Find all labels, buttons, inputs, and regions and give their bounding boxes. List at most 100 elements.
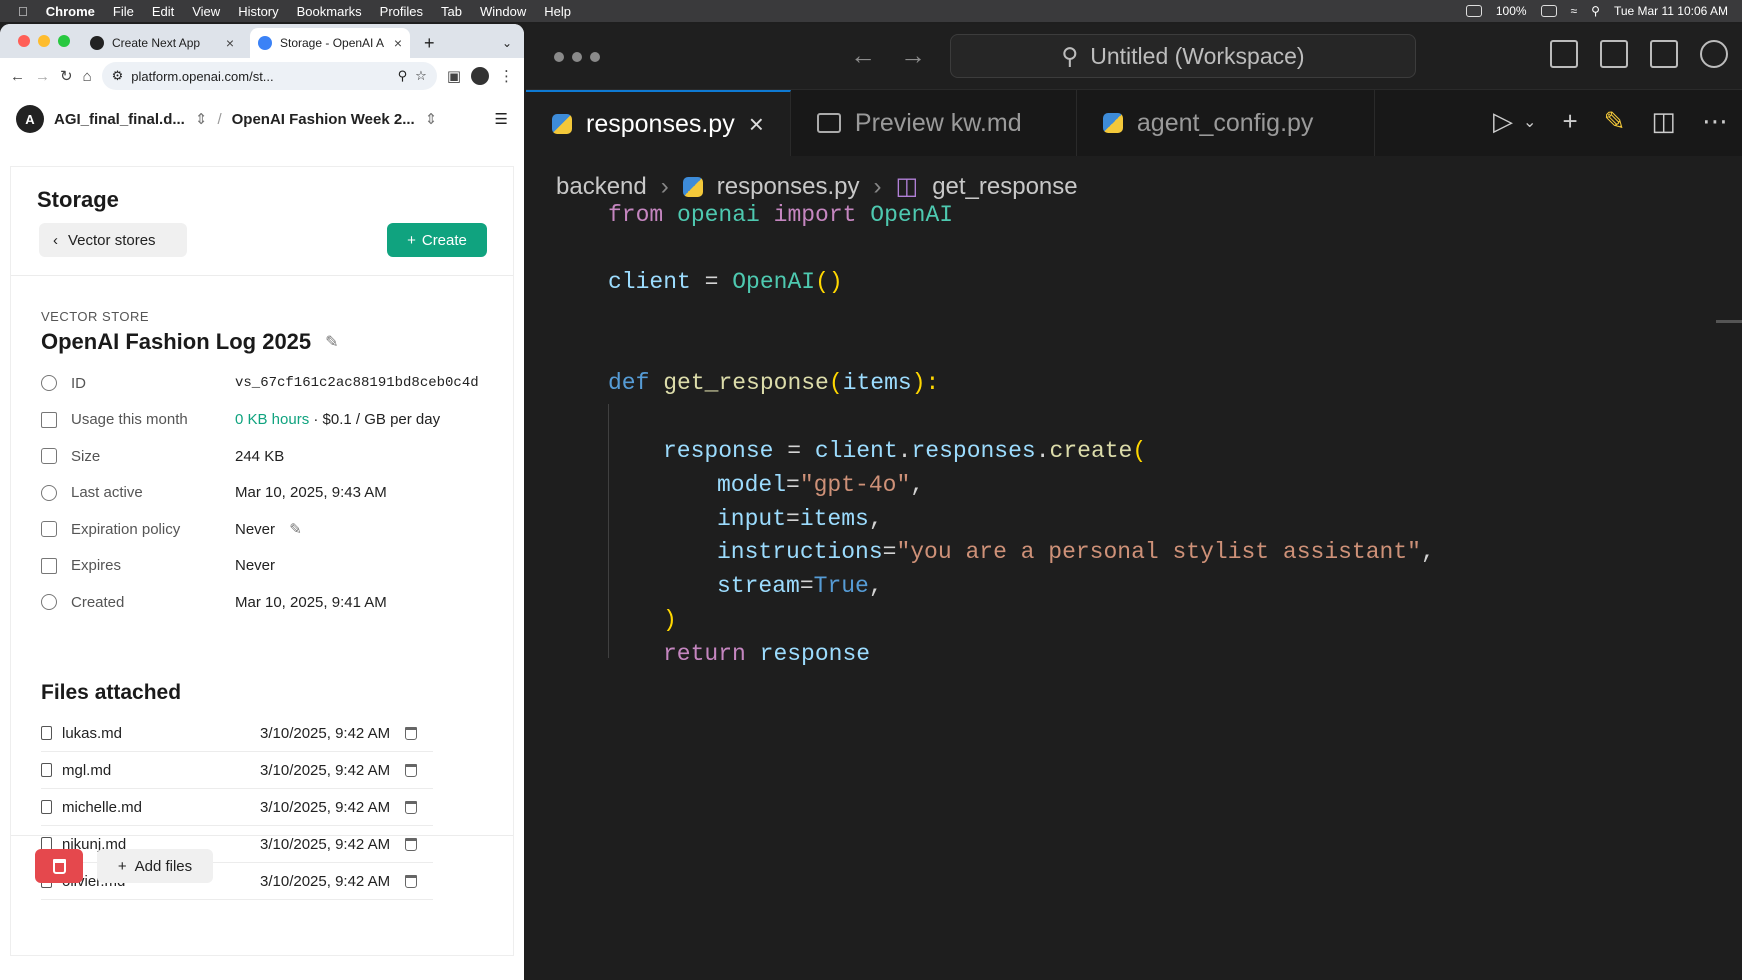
plus-icon: + (117, 857, 127, 875)
menu-bookmarks[interactable]: Bookmarks (297, 4, 362, 19)
forward-arrow-icon[interactable]: → (35, 68, 50, 85)
code-line-8: response = client.responses.create( (663, 438, 1147, 464)
prop-usage: Usage this month 0 KB hours · $0.1 / GB … (41, 402, 501, 439)
org-avatar[interactable]: A (16, 105, 44, 133)
prop-value: Mar 10, 2025, 9:43 AM (235, 484, 387, 502)
file-row[interactable]: mgl.md 3/10/2025, 9:42 AM (41, 752, 433, 789)
vector-store-name: OpenAI Fashion Log 2025 (41, 329, 312, 354)
code-line-6: def get_response(items): (608, 370, 940, 396)
tab-label: Create Next App (112, 36, 201, 50)
prop-last-active: Last active Mar 10, 2025, 9:43 AM (41, 475, 501, 512)
add-files-button[interactable]: + Add files (97, 849, 213, 883)
file-date: 3/10/2025, 9:42 AM (260, 798, 391, 816)
menu-help[interactable]: Help (544, 4, 571, 19)
menu-app-name[interactable]: Chrome (46, 4, 95, 19)
zoom-window-button[interactable] (58, 35, 70, 47)
address-bar[interactable]: ⚙ platform.openai.com/st... ⚲ ☆ (101, 62, 437, 90)
chrome-menu-icon[interactable]: ⋮ (499, 67, 514, 85)
zoom-icon[interactable]: ⚲ (398, 68, 408, 84)
chrome-tab-next-app[interactable]: Create Next App × (82, 28, 242, 58)
site-info-icon[interactable]: ⚙ (112, 68, 124, 84)
org-name[interactable]: AGI_final_final.d... (54, 111, 185, 128)
vector-store-label: VECTOR STORE (41, 309, 150, 324)
divider (11, 275, 513, 276)
menu-tab[interactable]: Tab (441, 4, 462, 19)
prop-size: Size 244 KB (41, 438, 501, 475)
code-line-12: stream=True, (717, 573, 883, 599)
menu-view[interactable]: View (192, 4, 220, 19)
edit-expiration-pencil-icon[interactable]: ✎ (289, 521, 302, 538)
org-switch-icon[interactable]: ⇕ (195, 110, 208, 128)
file-name: michelle.md (62, 798, 143, 816)
macos-menubar:  Chrome File Edit View History Bookmark… (0, 0, 1742, 22)
chrome-tab-storage[interactable]: Storage - OpenAI A × (250, 28, 410, 58)
minimize-window-button[interactable] (38, 35, 50, 47)
clock-icon (41, 594, 57, 611)
prop-value: Never (235, 521, 276, 539)
code-line-13: ) (663, 607, 677, 633)
delete-file-trash-icon[interactable] (405, 800, 417, 814)
code-line-3: client = OpenAI() (608, 269, 843, 295)
prop-key: Size (71, 447, 101, 465)
profile-avatar-icon[interactable] (471, 67, 489, 85)
storage-panel: Storage ‹ Vector stores + Create VECTOR … (10, 166, 514, 956)
tab-search-chevron-icon[interactable]: ⌄ (494, 28, 520, 58)
vector-store-properties: ID vs_67cf161c2ac88191bd8ceb0c4d Usage t… (41, 365, 501, 621)
code-line-9: model="gpt-4o", (717, 472, 925, 498)
plus-icon: + (407, 231, 416, 249)
file-icon (41, 763, 52, 777)
reload-icon[interactable]: ↻ (60, 67, 73, 85)
breadcrumb-separator: / (217, 110, 222, 128)
prop-key: Expiration policy (71, 520, 181, 538)
bookmark-star-icon[interactable]: ☆ (415, 68, 427, 84)
home-icon[interactable]: ⌂ (83, 68, 92, 85)
file-row[interactable]: michelle.md 3/10/2025, 9:42 AM (41, 789, 433, 826)
battery-percent: 100% (1495, 4, 1527, 18)
edit-pencil-icon[interactable]: ✎ (325, 332, 338, 352)
usage-link[interactable]: 0 KB hours (235, 411, 309, 428)
create-button[interactable]: + Create (387, 223, 487, 257)
storage-actions-bar: + Add files (11, 835, 513, 895)
file-date: 3/10/2025, 9:42 AM (260, 761, 391, 779)
new-tab-button[interactable]: + (416, 28, 443, 58)
file-row[interactable]: lukas.md 3/10/2025, 9:42 AM (41, 715, 433, 752)
menu-file[interactable]: File (113, 4, 134, 19)
menu-history[interactable]: History (238, 4, 278, 19)
checkbox-icon (41, 521, 57, 538)
code-editor[interactable]: from openai import OpenAI client = OpenA… (526, 24, 1742, 980)
files-attached-heading: Files attached (41, 681, 182, 704)
minimap-scroll-indicator[interactable] (1716, 320, 1742, 323)
screen-mirroring-icon[interactable] (1465, 5, 1482, 17)
code-line-14: return response (663, 641, 871, 667)
menu-profiles[interactable]: Profiles (380, 4, 423, 19)
close-tab-icon[interactable]: × (394, 35, 402, 51)
search-icon[interactable]: ⚲ (1591, 4, 1600, 18)
delete-vector-store-button[interactable] (35, 849, 83, 883)
back-arrow-icon[interactable]: ← (10, 68, 25, 85)
page-title: Storage (37, 187, 119, 212)
indent-guide (608, 404, 609, 658)
battery-icon[interactable] (1540, 5, 1557, 17)
openai-favicon-icon (258, 36, 272, 50)
project-name[interactable]: OpenAI Fashion Week 2... (232, 111, 415, 128)
vector-store-title: OpenAI Fashion Log 2025 ✎ (41, 329, 339, 355)
prop-value[interactable]: vs_67cf161c2ac88191bd8ceb0c4d (235, 375, 501, 391)
nextjs-favicon-icon (90, 36, 104, 50)
menu-edit[interactable]: Edit (152, 4, 174, 19)
sidebar-menu-icon[interactable]: ☰ (495, 110, 508, 128)
close-window-button[interactable] (18, 35, 30, 47)
delete-file-trash-icon[interactable] (405, 763, 417, 777)
delete-file-trash-icon[interactable] (405, 726, 417, 740)
menu-window[interactable]: Window (480, 4, 526, 19)
apple-icon[interactable]:  (18, 4, 28, 19)
extensions-icon[interactable]: ▣ (447, 67, 461, 85)
prop-expires: Expires Never (41, 548, 501, 585)
close-tab-icon[interactable]: × (226, 35, 234, 51)
url-text: platform.openai.com/st... (131, 68, 274, 84)
chrome-window: Create Next App × Storage - OpenAI A × +… (0, 24, 524, 980)
vector-stores-back-button[interactable]: ‹ Vector stores (39, 223, 187, 257)
menubar-datetime[interactable]: Tue Mar 11 10:06 AM (1614, 4, 1728, 18)
wifi-icon[interactable]: ≈ (1571, 4, 1578, 18)
project-switch-icon[interactable]: ⇕ (425, 110, 438, 128)
trash-icon (52, 858, 66, 874)
